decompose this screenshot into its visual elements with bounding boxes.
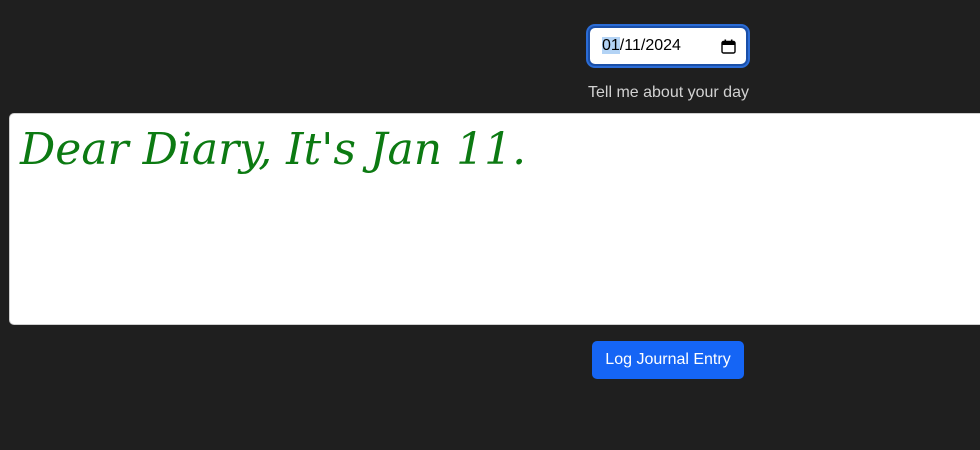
calendar-icon[interactable] <box>721 39 736 54</box>
date-year-segment[interactable]: 2024 <box>645 37 681 54</box>
journal-prompt-label: Tell me about your day <box>588 84 749 101</box>
date-value: 01/11/2024 <box>602 37 721 55</box>
date-month-segment[interactable]: 01 <box>602 37 620 54</box>
date-input[interactable]: 01/11/2024 <box>588 26 748 66</box>
journal-entry-text: Dear Diary, It's Jan 11. <box>20 124 527 175</box>
log-journal-entry-button[interactable]: Log Journal Entry <box>592 341 744 379</box>
date-day-segment[interactable]: 11 <box>624 37 641 54</box>
journal-page: 01/11/2024 Tell me about your day Dear D… <box>0 0 980 450</box>
journal-entry-textarea[interactable]: Dear Diary, It's Jan 11. <box>9 113 980 325</box>
